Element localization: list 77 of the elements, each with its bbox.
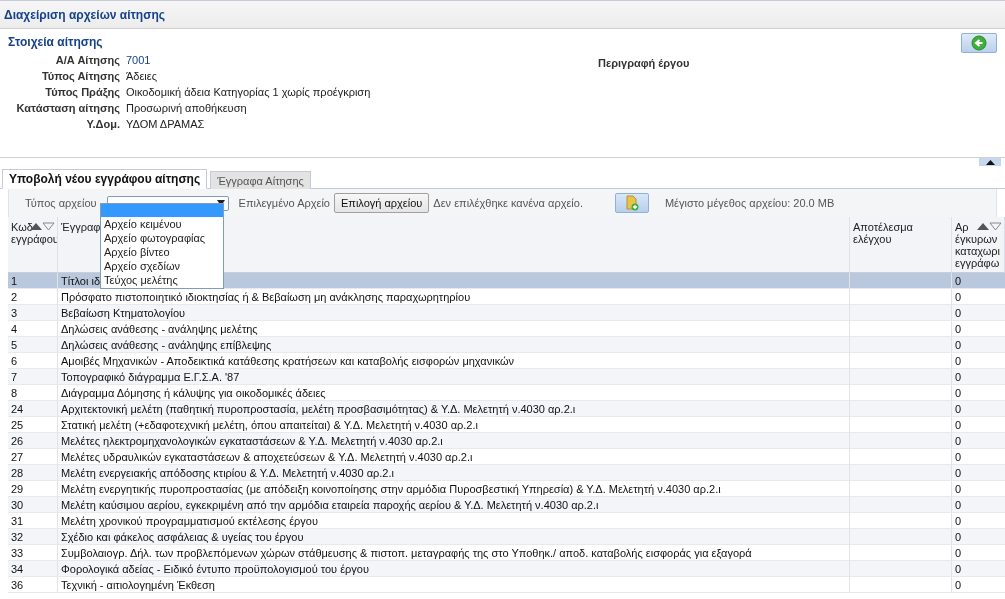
table-cell: 0 — [952, 497, 1005, 513]
collapse-button[interactable] — [979, 158, 1001, 166]
table-cell: Αρχιτεκτονική μελέτη (παθητική πυροπροστασία, μελέτη προσβασιμότητας) & Υ.Δ. Μελετητή ν.4030 αρ.2.ι — [58, 401, 850, 417]
field-value: Προσωρινή αποθήκευση — [126, 102, 248, 114]
window-title: Διαχείριση αρχείων αίτησης — [4, 7, 165, 22]
table-cell: 0 — [952, 561, 1005, 577]
field-label: Τύπος Αίτησης — [40, 70, 120, 82]
table-cell: Δηλώσεις ανάθεσης - ανάληψης επίβλεψης — [58, 337, 850, 353]
table-cell: 0 — [952, 401, 1005, 417]
table-cell: 0 — [952, 369, 1005, 385]
back-button[interactable] — [961, 33, 997, 53]
field-label: Τύπος αρχείου — [25, 197, 97, 209]
table-cell: 34 — [8, 561, 58, 577]
table-cell: Μελέτες υδραυλικών εγκαταστάσεων & αποχετεύσεων & Υ.Δ. Μελετητή ν.4030 αρ.2.ι — [58, 449, 850, 465]
field-value: ΥΔΟΜ ΔΡΑΜΑΣ — [126, 118, 206, 130]
table-cell: Μελέτη ενεργειακής απόδοσης κτιρίου & Υ.Δ. Μελετητή ν.4030 αρ.2.ι — [58, 465, 850, 481]
field-label: Κατάσταση αίτησης — [15, 102, 120, 114]
max-size-text: Μέγιστο μέγεθος αρχείου: 20.0 MB — [664, 197, 835, 209]
table-cell: 4 — [8, 321, 58, 337]
table-cell: 7 — [8, 369, 58, 385]
table-cell: 33 — [8, 545, 58, 561]
table-cell: 0 — [952, 465, 1005, 481]
table-cell: 1 — [8, 273, 58, 289]
table-cell: 0 — [952, 337, 1005, 353]
table-cell: 0 — [952, 305, 1005, 321]
table-cell: 2 — [8, 289, 58, 305]
table-cell: Πρόσφατο πιστοποιητικό ιδιοκτησίας ή & Βεβαίωση μη ανάκλησης παραχωρητηρίου — [58, 289, 850, 305]
table-cell: 29 — [8, 481, 58, 497]
file-add-icon — [624, 195, 639, 211]
table-cell: 32 — [8, 529, 58, 545]
table-cell: 3 — [8, 305, 58, 321]
table-cell: 27 — [8, 449, 58, 465]
table-cell: 6 — [8, 353, 58, 369]
field-label: Υ.Δομ. — [85, 118, 120, 130]
table-cell: Δηλώσεις ανάθεσης - ανάληψης μελέτης — [58, 321, 850, 337]
table-cell: 0 — [952, 529, 1005, 545]
table-cell: Διάγραμμα Δόμησης ή κάλυψης για οικοδομικές άδειες — [58, 385, 850, 401]
no-file-text: Δεν επιλέχθηκε κανένα αρχείο. — [433, 197, 583, 209]
field-value: 7001 — [126, 54, 152, 66]
choose-file-button[interactable]: Επιλογή αρχείου — [334, 193, 430, 213]
table-cell: 31 — [8, 513, 58, 529]
table-cell: 26 — [8, 433, 58, 449]
table-cell: 30 — [8, 497, 58, 513]
table-cell: 5 — [8, 337, 58, 353]
table-cell: Αμοιβές Μηχανικών - Αποδεικτικά κατάθεσης κρατήσεων και καταβολής εισφορών μηχανικών — [58, 353, 850, 369]
table-cell: Βεβαίωση Κτηματολογίου — [58, 305, 850, 321]
table-cell: Συμβολαιογρ. Δήλ. των προβλεπόμενων χώρων στάθμευσης & πιστοπ. μεταγραφής της στο Υποθηκ./ αποδ. καταβολής εισφοράς για εξαγορά — [58, 545, 850, 561]
column-header[interactable]: Αποτέλεσμα ελέγχου — [850, 217, 952, 273]
upload-button[interactable] — [614, 193, 649, 213]
table-cell: 0 — [952, 273, 1005, 289]
field-value: Οικοδομική άδεια Κατηγορίας 1 χωρίς προέγκριση — [126, 86, 372, 98]
field-label: Επιλεγμένο Αρχείο — [238, 197, 330, 209]
table-cell: 24 — [8, 401, 58, 417]
sort-icon[interactable] — [976, 221, 1002, 231]
table-cell: Φορολογικά αδείας - Ειδικό έντυπο προϋπολογισμού του έργου — [58, 561, 850, 577]
field-label: Τύπος Πράξης — [44, 86, 120, 98]
field-label: Α/Α Αίτησης — [54, 54, 120, 66]
table-cell: Τοπογραφικό διάγραμμα Ε.Γ.Σ.Α. '87 — [58, 369, 850, 385]
field-label: Περιγραφή έργου — [598, 57, 690, 70]
table-cell: 8 — [8, 385, 58, 401]
table-cell: Μελέτη ενεργητικής πυροπροστασίας (με απόδειξη κοινοποίησης στην αρμόδια Πυροσβεστική Υπηρεσία) & Υ.Δ. Μελετητή ν.4030 αρ.2.ι — [58, 481, 850, 497]
table-cell: Μελέτη χρονικού προγραμματισμού εκτέλεσης έργου — [58, 513, 850, 529]
column-header[interactable]: Αρ έγκυρων καταχωρι εγγράφω — [952, 217, 1005, 273]
tab[interactable]: Υποβολή νέου εγγράφου αίτησης — [2, 169, 208, 189]
table-cell: Στατική μελέτη (+εδαφοτεχνική μελέτη, όπου απαιτείται) & Υ.Δ. Μελετητή ν.4030 αρ.2.ι — [58, 417, 850, 433]
table-cell: Μελέτη καύσιμου αερίου, εγκεκριμένη από την αρμόδια εταιρεία παροχής αερίου & Υ.Δ. Μελετητή ν.4030 αρ.2.ι — [58, 497, 850, 513]
table-cell: Τεχνική - αιτιολογημένη Έκθεση — [58, 577, 850, 593]
tab[interactable]: Έγγραφα Αίτησης — [210, 171, 311, 189]
table-cell: 25 — [8, 417, 58, 433]
caret-up-icon — [985, 159, 995, 165]
table-cell: 0 — [952, 433, 1005, 449]
section-heading: Στοιχεία αίτησης — [8, 35, 104, 49]
table-cell: 36 — [8, 577, 58, 593]
table-cell: 28 — [8, 465, 58, 481]
field-value: Άδειες — [126, 70, 159, 82]
table-cell: Μελέτες ηλεκτρομηχανολογικών εγκαταστάσεων & Υ.Δ. Μελετητή ν.4030 αρ.2.ι — [58, 433, 850, 449]
table-cell: Σχέδιο και φάκελος ασφάλειας & υγείας του έργου — [58, 529, 850, 545]
